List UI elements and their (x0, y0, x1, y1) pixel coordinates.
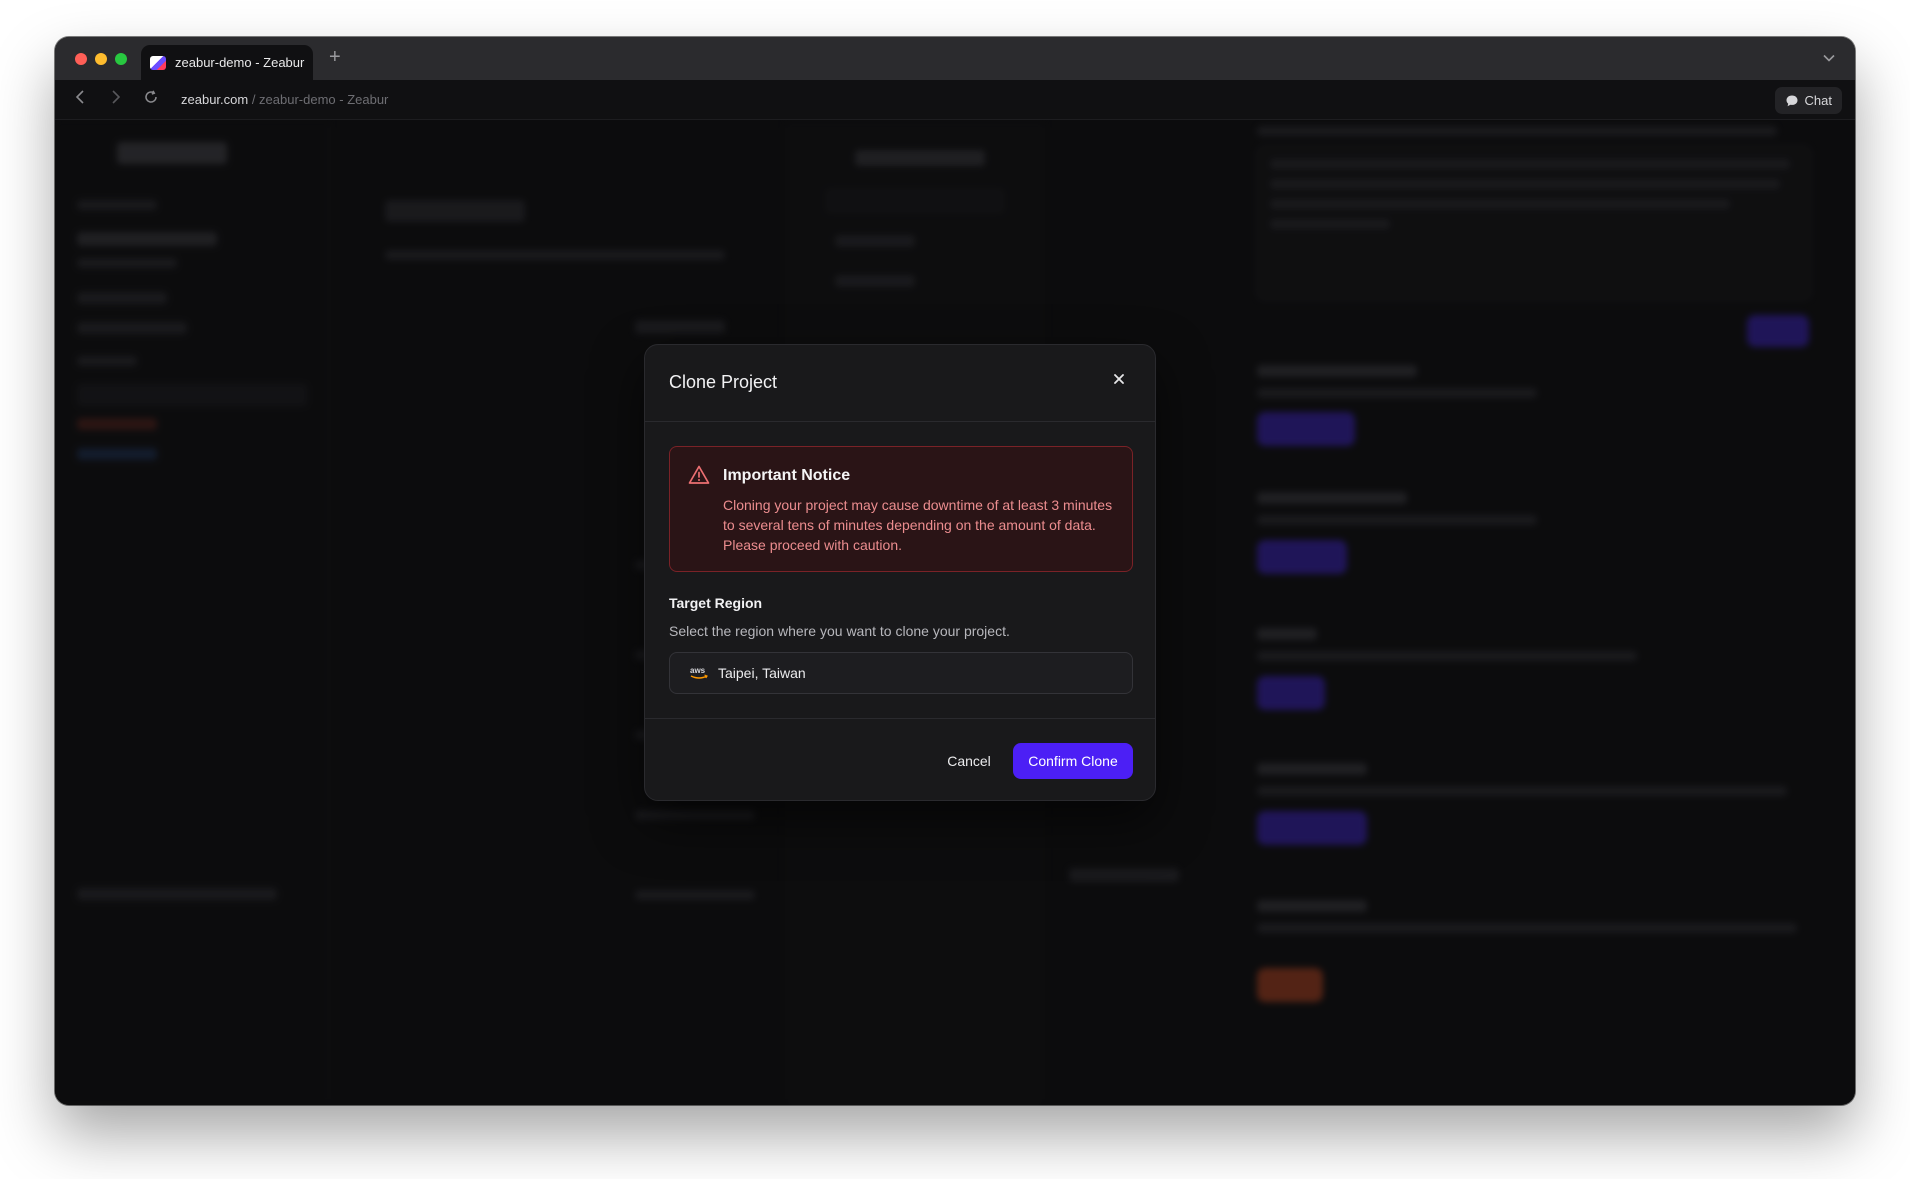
back-arrow-icon[interactable] (75, 90, 85, 109)
tab-title: zeabur-demo - Zeabur (175, 55, 305, 70)
browser-titlebar: zeabur-demo - Zeabur + (55, 37, 1855, 80)
chat-bubble-icon (1786, 95, 1798, 106)
dialog-footer: Cancel Confirm Clone (645, 718, 1155, 802)
browser-tab[interactable]: zeabur-demo - Zeabur (141, 45, 313, 80)
forward-arrow-icon[interactable] (111, 90, 121, 109)
chat-label: Chat (1804, 93, 1832, 108)
confirm-clone-button[interactable]: Confirm Clone (1013, 743, 1133, 779)
maximize-window-button[interactable] (115, 53, 127, 65)
tab-list-chevron-icon[interactable] (1823, 49, 1835, 65)
target-region-label: Target Region (669, 595, 763, 611)
close-icon[interactable] (1109, 369, 1129, 389)
url-field[interactable]: zeabur.com / zeabur-demo - Zeabur (181, 92, 388, 107)
minimize-window-button[interactable] (95, 53, 107, 65)
notice-body: Cloning your project may cause downtime … (723, 497, 1113, 553)
svg-text:aws: aws (690, 666, 706, 675)
cancel-button[interactable]: Cancel (939, 743, 999, 779)
notice-title: Important Notice (723, 467, 851, 484)
target-region-help: Select the region where you want to clon… (669, 623, 1010, 639)
new-tab-button[interactable]: + (329, 47, 341, 67)
aws-icon: aws (690, 666, 708, 679)
important-notice-alert: Important Notice Cloning your project ma… (669, 446, 1133, 572)
warning-triangle-icon (688, 465, 710, 484)
chat-button[interactable]: Chat (1774, 87, 1842, 114)
zeabur-favicon-icon (150, 55, 166, 70)
url-domain: zeabur.com (181, 92, 249, 107)
address-bar: zeabur.com / zeabur-demo - Zeabur Chat (55, 80, 1855, 120)
target-region-select[interactable]: aws Taipei, Taiwan (669, 652, 1133, 694)
close-window-button[interactable] (75, 53, 87, 65)
target-region-value: Taipei, Taiwan (718, 665, 806, 681)
url-path: / zeabur-demo - Zeabur (248, 92, 389, 107)
dialog-header: Clone Project (645, 345, 1155, 422)
clone-project-dialog: Clone Project Important Notice Cloning y… (644, 344, 1156, 801)
dialog-title: Clone Project (669, 372, 778, 392)
reload-icon[interactable] (144, 90, 158, 109)
